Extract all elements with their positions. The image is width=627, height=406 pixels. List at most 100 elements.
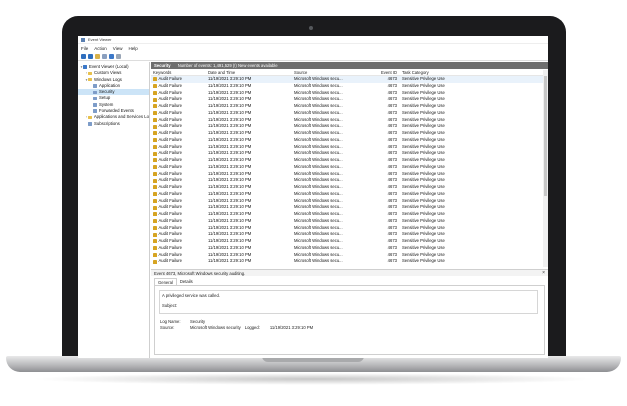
cell-task-category: Sensitive Privilege Use [402,157,445,162]
table-row[interactable]: Audit Failure 11/19/2021 3:29:10 PM Micros… [151,218,543,225]
cell-source: Microsoft Windows secu... [294,204,343,210]
column-source[interactable]: Source [292,70,376,75]
table-row[interactable]: Audit Failure 11/19/2021 3:29:10 PM Micros… [151,117,543,124]
cell-source: Microsoft Windows secu... [294,177,343,183]
cell-event-id: 4673 [387,238,397,243]
table-row[interactable]: Audit Failure 11/19/2021 3:29:10 PM Micros… [151,225,543,232]
column-task-category[interactable]: Task Category [400,70,543,75]
tab-general[interactable]: General [154,278,177,285]
events-table: Keywords Date and Time Source Event ID T… [151,70,543,267]
cell-date-time: 11/19/2021 3:29:10 PM [208,96,252,102]
cell-event-id: 4673 [387,96,397,102]
table-row[interactable]: Audit Failure 11/19/2021 3:29:10 PM Micros… [151,204,543,211]
event-viewer-icon [81,37,85,42]
detail-body: A privileged service was called. Subject… [154,285,545,355]
cell-task-category: Sensitive Privilege Use [402,244,445,250]
cell-date-time: 11/19/2021 3:29:10 PM [208,116,252,122]
table-row[interactable]: Audit Failure 11/19/2021 3:29:10 PM Micros… [151,252,543,259]
cell-task-category: Sensitive Privilege Use [402,123,445,129]
table-row[interactable]: Audit Failure 11/19/2021 3:29:10 PM Micros… [151,211,543,218]
lock-icon [153,158,157,163]
cell-event-id: 4673 [387,136,397,142]
table-row[interactable]: Audit Failure 11/19/2021 3:29:10 PM Micros… [151,171,543,178]
cell-task-category: Sensitive Privilege Use [402,238,445,243]
table-row[interactable]: Audit Failure 11/19/2021 3:29:10 PM Micros… [151,76,543,83]
table-row[interactable]: Audit Failure 11/19/2021 3:29:10 PM Micros… [151,110,543,117]
lock-icon [153,117,157,122]
scrollbar-thumb[interactable] [544,76,547,196]
table-row[interactable]: Audit Failure 11/19/2021 3:29:10 PM Micros… [151,96,543,103]
event-message[interactable]: A privileged service was called. Subject… [159,290,538,314]
table-row[interactable]: Audit Failure 11/19/2021 3:29:10 PM Micros… [151,164,543,171]
cell-keywords: Audit Failure [151,171,206,178]
column-keywords[interactable]: Keywords [151,70,206,75]
table-row[interactable]: Audit Failure 11/19/2021 3:29:10 PM Micros… [151,130,543,137]
cell-date-time: 11/19/2021 3:29:10 PM [208,109,252,115]
console-tree-icon[interactable] [102,53,107,59]
results-pane: Security Number of events: 1,491,529 (!)… [151,62,548,358]
table-row[interactable]: Audit Failure 11/19/2021 3:29:10 PM Micros… [151,90,543,97]
table-row[interactable]: Audit Failure 11/19/2021 3:29:10 PM Micros… [151,144,543,151]
menu-file[interactable]: File [81,46,88,51]
forward-icon[interactable] [88,53,93,59]
table-row[interactable]: Audit Failure 11/19/2021 3:29:10 PM Micros… [151,231,543,238]
table-row[interactable]: Audit Failure 11/19/2021 3:29:10 PM Micros… [151,198,543,205]
lock-icon [153,97,157,102]
table-body: Audit Failure 11/19/2021 3:29:10 PM Micros… [151,76,543,265]
cell-event-id: 4673 [387,251,397,257]
column-event-id[interactable]: Event ID [376,70,400,75]
table-row[interactable]: Audit Failure 11/19/2021 3:29:10 PM Micros… [151,157,543,164]
table-row[interactable]: Audit Failure 11/19/2021 3:29:10 PM Micros… [151,177,543,184]
cell-keywords: Audit Failure [151,83,206,90]
table-row[interactable]: Audit Failure 11/19/2021 3:29:10 PM Micros… [151,137,543,144]
cell-task-category: Sensitive Privilege Use [402,82,445,88]
cell-task-category: Sensitive Privilege Use [402,184,445,189]
table-row[interactable]: Audit Failure 11/19/2021 3:29:10 PM Micros… [151,245,543,252]
source-label: Source: [160,325,175,330]
help-icon[interactable] [109,53,114,59]
cell-event-id: 4673 [387,143,397,149]
table-row[interactable]: Audit Failure 11/19/2021 3:29:10 PM Micros… [151,238,543,245]
logged-label: Logged: [244,325,260,330]
log-icon [88,122,92,126]
menu-view[interactable]: View [113,46,123,51]
tree-item[interactable]: Subscriptions [78,121,149,127]
up-icon[interactable] [95,53,100,59]
cell-source: Microsoft Windows secu... [294,231,343,237]
menu-help[interactable]: Help [128,46,137,51]
properties-icon[interactable] [116,53,121,59]
menu-action[interactable]: Action [94,46,107,51]
cell-date-time: 11/19/2021 3:29:10 PM [208,197,252,203]
lock-icon [153,185,157,190]
back-icon[interactable] [81,53,86,59]
cell-keywords: Audit Failure [151,123,206,130]
lock-icon [153,138,157,143]
table-row[interactable]: Audit Failure 11/19/2021 3:29:10 PM Micros… [151,123,543,130]
keyword-text: Audit Failure [158,244,183,250]
cell-task-category: Sensitive Privilege Use [402,136,445,142]
cell-date-time: 11/19/2021 3:29:10 PM [208,204,252,210]
cell-keywords: Audit Failure [151,231,206,238]
lock-icon [153,124,157,129]
table-row[interactable]: Audit Failure 11/19/2021 3:29:10 PM Micros… [151,83,543,90]
column-date-time[interactable]: Date and Time [206,70,292,75]
cell-keywords: Audit Failure [151,252,206,259]
keyword-text: Audit Failure [158,238,183,243]
table-row[interactable]: Audit Failure 11/19/2021 3:29:10 PM Micros… [151,191,543,198]
cell-source: Microsoft Windows secu... [294,123,343,129]
close-icon[interactable]: × [542,270,545,277]
toolbar [78,52,548,61]
table-row[interactable]: Audit Failure 11/19/2021 3:29:10 PM Micros… [151,184,543,191]
log-icon [93,90,97,95]
log-name-label: Log Name: [160,319,181,324]
cell-source: Microsoft Windows secu... [294,96,343,102]
cell-task-category: Sensitive Privilege Use [402,150,445,156]
tab-details[interactable]: Details [177,278,196,285]
table-row[interactable]: Audit Failure 11/19/2021 3:29:10 PM Micros… [151,258,543,265]
keyword-text: Audit Failure [158,136,183,142]
table-row[interactable]: Audit Failure 11/19/2021 3:29:10 PM Micros… [151,103,543,110]
keyword-text: Audit Failure [158,224,183,230]
table-row[interactable]: Audit Failure 11/19/2021 3:29:10 PM Micros… [151,150,543,157]
table-scrollbar[interactable] [543,70,548,267]
cell-source: Microsoft Windows secu... [294,258,343,264]
